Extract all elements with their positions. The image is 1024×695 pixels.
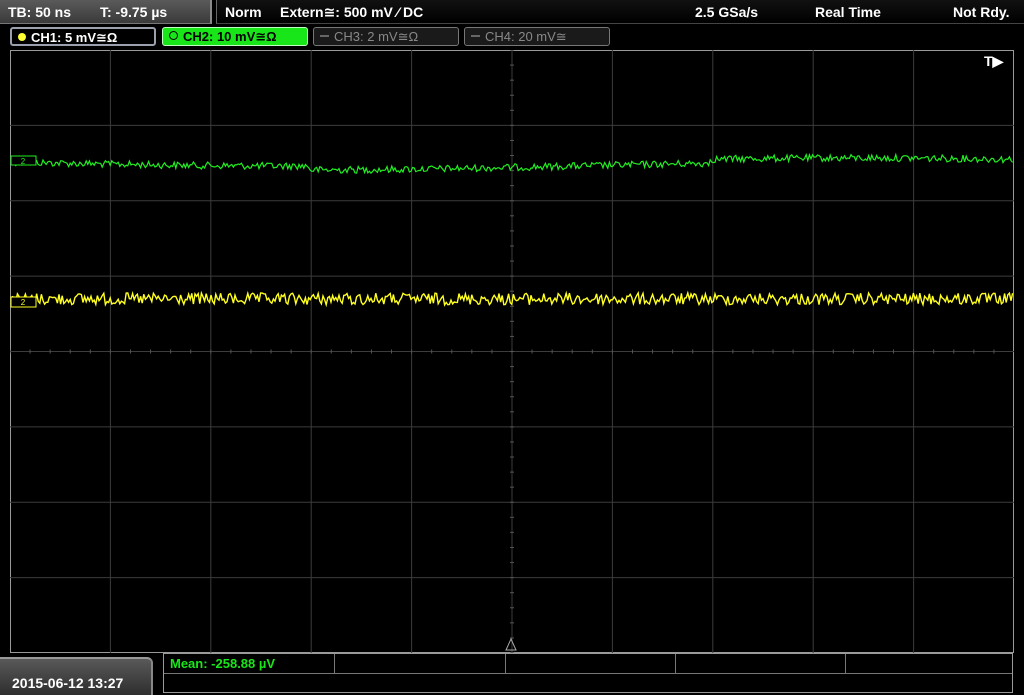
channel-indicator-icon: [18, 33, 26, 41]
mean-measurement: Mean: -258.88 µV: [170, 656, 276, 671]
trigger-status: Not Rdy.: [953, 4, 1010, 20]
trigger-position-marker[interactable]: T▶: [984, 53, 1005, 69]
channel-off-icon: [320, 35, 329, 37]
sample-rate[interactable]: 2.5 GSa/s: [695, 4, 758, 20]
waveform-display[interactable]: 2 2 T▶: [10, 50, 1014, 653]
trigger-mode[interactable]: Norm: [225, 4, 262, 20]
channel-label: CH3: 2 mV≅Ω: [334, 29, 419, 44]
channel-tab-ch4[interactable]: CH4: 20 mV≅: [464, 27, 610, 46]
channel-label: CH2: 10 mV≅Ω: [183, 29, 277, 44]
timebase-box[interactable]: TB: 50 ns T: -9.75 µs: [0, 0, 212, 24]
status-bar: TB: 50 ns T: -9.75 µs Norm Extern≅: 500 …: [0, 0, 1024, 24]
svg-text:2: 2: [21, 298, 26, 307]
channel-off-icon: [471, 35, 480, 37]
svg-text:2: 2: [21, 157, 26, 166]
measurement-cell[interactable]: Mean: -258.88 µV: [164, 654, 335, 673]
trigger-source[interactable]: Extern≅: 500 mV ⁄ DC: [280, 4, 423, 21]
trigger-info-box[interactable]: Norm Extern≅: 500 mV ⁄ DC 2.5 GSa/s Real…: [216, 0, 1024, 24]
channel-tab-ch3[interactable]: CH3: 2 mV≅Ω: [313, 27, 459, 46]
datetime-box: 2015-06-12 13:27: [0, 657, 153, 695]
measurement-cell[interactable]: [676, 654, 846, 673]
trigger-time-value[interactable]: T: -9.75 µs: [100, 4, 167, 20]
acquisition-mode[interactable]: Real Time: [815, 4, 881, 20]
ch2-offset-marker[interactable]: 2: [10, 155, 37, 166]
channel-label: CH4: 20 mV≅: [485, 29, 567, 44]
channel-tab-ch1[interactable]: CH1: 5 mV≅Ω: [10, 27, 156, 46]
channel-tab-ch2[interactable]: CH2: 10 mV≅Ω: [162, 27, 308, 46]
measurement-row-divider: [164, 673, 1012, 674]
measurement-cell[interactable]: [335, 654, 506, 673]
measurement-cell[interactable]: [846, 654, 1014, 673]
measurement-cell[interactable]: [506, 654, 676, 673]
timebase-value[interactable]: TB: 50 ns: [8, 4, 71, 20]
measurement-panel[interactable]: Mean: -258.88 µV: [163, 653, 1013, 693]
ch1-offset-marker[interactable]: 2: [10, 296, 37, 308]
channel-indicator-icon: [169, 31, 178, 40]
channel-label: CH1: 5 mV≅Ω: [31, 30, 118, 45]
datetime: 2015-06-12 13:27: [12, 675, 124, 691]
